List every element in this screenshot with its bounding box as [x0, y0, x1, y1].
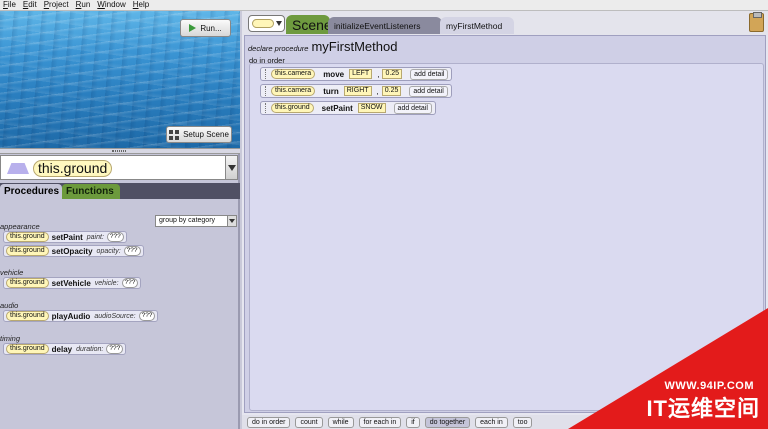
type-selector[interactable] — [248, 15, 285, 32]
scene-view[interactable]: Run... Setup Scene — [0, 11, 240, 148]
target-chip: this.ground — [6, 278, 49, 288]
instance-name: this.ground — [33, 160, 113, 177]
left-pane: Run... Setup Scene this.ground Procedure… — [0, 11, 240, 429]
palette-do-together[interactable]: do together — [424, 416, 471, 428]
declare-keyword: declare procedure — [248, 44, 309, 53]
watermark-brand: IT运维空间 — [646, 396, 760, 421]
palette-while[interactable]: while — [327, 416, 354, 428]
tab-scene[interactable]: Scene — [286, 15, 332, 34]
param-name: opacity: — [96, 247, 121, 255]
param-name: audioSource: — [94, 312, 136, 320]
method-declaration: declare procedure myFirstMethod — [248, 39, 397, 54]
chevron-down-icon — [227, 216, 236, 226]
watermark: WWW.94IP.COM IT运维空间 — [568, 308, 768, 429]
argument-amount[interactable]: 0.25 — [382, 69, 403, 79]
palette-more[interactable]: too — [512, 416, 533, 428]
setup-scene-button[interactable]: Setup Scene — [166, 126, 232, 143]
menu-run[interactable]: Run — [76, 0, 91, 10]
statement[interactable]: this.camera move LEFT , 0.25 add detail — [260, 67, 453, 81]
procedure-tile[interactable]: this.ground delay duration: ??? — [3, 343, 127, 355]
method-name: setPaint — [321, 103, 353, 113]
procedure-tile[interactable]: this.ground setOpacity opacity: ??? — [3, 245, 144, 257]
scene-type-icon — [252, 19, 274, 28]
param-value: ??? — [106, 344, 124, 354]
procedure-tile[interactable]: this.ground setVehicle vehicle: ??? — [3, 277, 142, 289]
splitter-grip-icon — [112, 150, 126, 152]
menu-bar: File Edit Project Run Window Help — [0, 0, 768, 11]
param-value: ??? — [138, 311, 156, 321]
instance-selector[interactable]: this.ground — [0, 155, 238, 180]
statement[interactable]: this.camera turn RIGHT , 0.25 add detail — [260, 84, 452, 98]
statement[interactable]: this.ground setPaint SNOW add detail — [260, 101, 436, 115]
argument-paint[interactable]: SNOW — [357, 103, 386, 113]
palette-for-each-in[interactable]: for each in — [358, 416, 402, 428]
target-chip: this.ground — [6, 232, 49, 242]
menu-edit[interactable]: Edit — [23, 0, 37, 10]
argument-amount[interactable]: 0.25 — [381, 86, 402, 96]
add-detail-button[interactable]: add detail — [410, 68, 449, 80]
param-name: duration: — [76, 345, 104, 353]
run-button-label: Run... — [200, 23, 222, 33]
method-name: setOpacity — [51, 246, 93, 256]
target-chip: this.ground — [6, 246, 49, 256]
method-title: myFirstMethod — [311, 39, 398, 54]
target-chip: this.ground — [6, 344, 49, 354]
category-label: timing — [0, 334, 21, 343]
chevron-down-icon[interactable] — [225, 156, 237, 179]
add-detail-button[interactable]: add detail — [393, 102, 432, 114]
palette-each-in-together[interactable]: each in — [475, 416, 508, 428]
category-label: vehicle — [0, 268, 24, 277]
tab-initialize-event-listeners[interactable]: initializeEventListeners — [328, 17, 442, 34]
drag-handle-icon[interactable] — [265, 69, 268, 79]
menu-window[interactable]: Window — [97, 0, 125, 10]
palette-count[interactable]: count — [295, 416, 323, 428]
member-tabs: Procedures Functions — [0, 183, 240, 199]
clipboard-icon[interactable] — [749, 12, 764, 32]
menu-project[interactable]: Project — [44, 0, 69, 10]
param-value: ??? — [123, 246, 141, 256]
category-label: appearance — [0, 222, 40, 231]
grid-icon — [169, 129, 180, 140]
method-name: move — [323, 69, 345, 79]
play-icon — [189, 24, 197, 32]
argument-direction[interactable]: RIGHT — [343, 86, 372, 96]
pane-splitter[interactable] — [0, 148, 240, 154]
target-chip[interactable]: this.camera — [271, 86, 316, 96]
group-by-value: group by category — [159, 217, 216, 224]
target-chip[interactable]: this.camera — [271, 69, 316, 79]
chevron-down-icon — [276, 21, 282, 26]
tab-procedures[interactable]: Procedures — [0, 184, 62, 199]
palette-if[interactable]: if — [406, 416, 420, 428]
palette-do-in-order[interactable]: do in order — [247, 416, 291, 428]
argument-direction[interactable]: LEFT — [349, 69, 373, 79]
menu-file[interactable]: File — [3, 0, 16, 10]
target-chip[interactable]: this.ground — [271, 103, 314, 113]
method-name: turn — [323, 86, 339, 96]
param-name: vehicle: — [94, 279, 119, 287]
setup-scene-label: Setup Scene — [183, 130, 229, 139]
target-chip: this.ground — [6, 311, 49, 321]
run-button[interactable]: Run... — [180, 19, 231, 37]
category-label: audio — [0, 301, 19, 310]
add-detail-button[interactable]: add detail — [409, 85, 448, 97]
menu-help[interactable]: Help — [133, 0, 149, 10]
method-name: setPaint — [51, 232, 83, 242]
tab-my-first-method[interactable]: myFirstMethod — [440, 17, 514, 34]
drag-handle-icon[interactable] — [265, 86, 268, 96]
method-name: delay — [51, 344, 73, 354]
method-name: playAudio — [51, 311, 91, 321]
param-value: ??? — [121, 278, 139, 288]
tab-functions[interactable]: Functions — [62, 184, 120, 199]
group-by-select[interactable]: group by category — [155, 215, 237, 227]
param-value: ??? — [106, 232, 124, 242]
procedure-tile[interactable]: this.ground setPaint paint: ??? — [3, 231, 127, 243]
method-name: setVehicle — [51, 278, 91, 288]
drag-handle-icon[interactable] — [265, 103, 268, 113]
procedure-tile[interactable]: this.ground playAudio audioSource: ??? — [3, 310, 159, 322]
editor-tabs: Scene initializeEventListeners myFirstMe… — [242, 11, 768, 35]
ground-shape-icon — [7, 163, 29, 174]
param-name: paint: — [86, 233, 104, 241]
